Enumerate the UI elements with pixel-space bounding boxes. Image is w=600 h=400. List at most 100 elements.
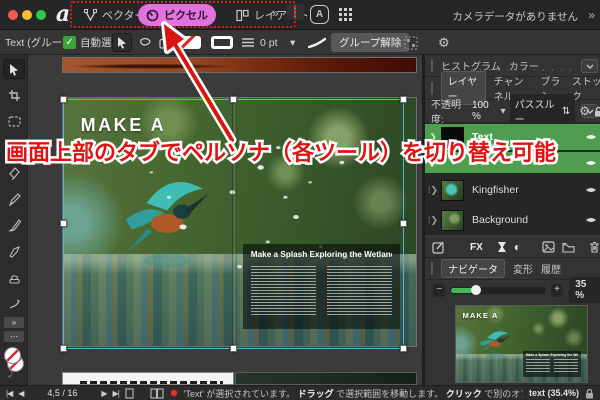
clone-stamp-tool-icon[interactable]	[3, 267, 25, 287]
new-group-icon[interactable]	[562, 242, 575, 253]
lock-icon[interactable]	[585, 388, 594, 399]
ungroup-button[interactable]: グループ解除	[331, 33, 409, 52]
layer-row-background[interactable]: ⁞❯ Background	[425, 206, 600, 234]
lasso-mode-button[interactable]	[135, 33, 155, 52]
stroke-style-icon[interactable]	[241, 30, 255, 55]
camera-data-status: カメラデータがありません	[452, 9, 578, 24]
layer-thumbnail[interactable]	[441, 210, 464, 231]
zoom-in-button[interactable]: +	[551, 284, 563, 297]
opacity-label: 不透明度:	[431, 96, 468, 126]
context-toolbar: Text (グループ) ✓ 自動選択: 0 pt ▾ グループ解除 ⚙	[0, 30, 600, 55]
fill-stroke-swatch[interactable]	[4, 347, 24, 373]
paint-brush-tool-icon[interactable]	[3, 215, 25, 235]
preflight-warning-icon[interactable]	[170, 389, 178, 397]
previous-spread-edge[interactable]	[62, 57, 417, 73]
selection-handle[interactable]	[230, 96, 237, 103]
tools-overflow-button[interactable]: »	[4, 317, 24, 328]
tools-more-button[interactable]: ⋯	[4, 331, 24, 342]
character-style-icon[interactable]: A	[310, 5, 329, 24]
blend-options-gear-icon[interactable]: ⚙	[579, 104, 590, 118]
tab-history[interactable]: 履歴	[541, 261, 561, 276]
auto-select-checkbox[interactable]: ✓	[63, 30, 76, 55]
first-page-button[interactable]: |◀	[6, 389, 12, 398]
opacity-caret-icon[interactable]: ▾	[501, 106, 506, 117]
prev-page-button[interactable]: ◀	[18, 389, 23, 398]
adjustment-icon[interactable]: ◐	[514, 242, 521, 252]
live-filter-icon[interactable]	[497, 241, 507, 253]
layer-name: Kingfisher	[472, 184, 585, 196]
gear-icon[interactable]: ⚙	[438, 30, 450, 55]
eye-icon[interactable]	[585, 159, 597, 167]
lock-icon[interactable]	[594, 106, 600, 117]
expand-chevron-icon[interactable]: ⁞❯	[425, 185, 441, 196]
selection-handle[interactable]	[400, 96, 407, 103]
toolbar-overflow-button[interactable]: »	[588, 8, 595, 22]
document-canvas[interactable]: MAKE A Make a Splash Exploring the Wetla…	[28, 55, 422, 385]
smudge-tool-icon[interactable]	[3, 293, 25, 313]
zoom-value[interactable]: 35 %	[569, 277, 600, 303]
layer-effects-icon[interactable]: FX	[470, 242, 483, 253]
last-page-button[interactable]: ▶|	[113, 389, 119, 398]
selection-handle[interactable]	[60, 345, 67, 352]
panel-collapse-button[interactable]	[581, 59, 598, 73]
vector-persona-icon	[84, 9, 97, 22]
selection-handle[interactable]	[400, 220, 407, 227]
zoom-out-button[interactable]: −	[433, 284, 445, 297]
tab-transform[interactable]: 変形	[513, 261, 533, 276]
zoom-window-button[interactable]	[36, 10, 46, 20]
brush-stroke-icon[interactable]	[308, 30, 326, 55]
selection-handle[interactable]	[60, 220, 67, 227]
layer-row-kingfisher[interactable]: ⁞❯ Kingfisher	[425, 176, 600, 204]
move-tool-icon[interactable]	[3, 59, 25, 79]
persona-more-button[interactable]: ⋮	[286, 4, 304, 20]
page-indicator[interactable]: 4,5 / 16	[29, 388, 95, 398]
delete-layer-icon[interactable]	[589, 241, 600, 253]
layer-thumbnail[interactable]	[441, 180, 464, 201]
selection-handle[interactable]	[400, 345, 407, 352]
pixel-tool-icon[interactable]	[3, 241, 25, 261]
vector-brush-tool-icon[interactable]	[3, 189, 25, 209]
studio-grid-icon[interactable]	[338, 7, 353, 22]
next-spread-left-page[interactable]	[62, 372, 234, 385]
cursor-mode-button[interactable]	[112, 33, 132, 52]
select-same-icon[interactable]	[404, 30, 418, 55]
chevron-down-icon[interactable]: ▾	[290, 30, 295, 55]
zoom-slider-knob[interactable]	[471, 285, 481, 295]
crop-tool-icon[interactable]	[3, 85, 25, 105]
tab-pixel-persona[interactable]: ピクセル	[138, 4, 216, 26]
close-window-button[interactable]	[8, 10, 18, 20]
minimize-window-button[interactable]	[22, 10, 32, 20]
eye-icon[interactable]	[585, 216, 597, 224]
expand-chevron-icon[interactable]: ⁞❯	[425, 215, 441, 226]
selection-handle[interactable]	[60, 96, 67, 103]
marquee-tool-icon[interactable]	[3, 111, 25, 131]
new-image-layer-icon[interactable]	[542, 241, 555, 253]
next-spread-right-page[interactable]	[235, 372, 417, 385]
swap-colors-icon[interactable]: ⤸	[8, 369, 13, 379]
navigator-thumbnail[interactable]: MAKE A Make a Splash Exploring the Wetla…	[455, 305, 588, 383]
affinity-window: a ベクター ピクセル レイアウト » ⋮ A	[0, 0, 600, 400]
stroke-width-field[interactable]: 0 pt	[260, 30, 278, 55]
spread-view-icon[interactable]	[150, 388, 164, 399]
duplicate-icon[interactable]	[155, 33, 175, 52]
stroke-color-swatch[interactable]	[211, 36, 233, 49]
persona-overflow-button[interactable]: »	[272, 6, 279, 20]
opacity-value[interactable]: 100 %	[472, 100, 497, 122]
affinity-logo: a	[53, 2, 73, 27]
status-bar: |◀ ◀ 4,5 / 16 ▶ ▶| 'Text' が選択されています。 ドラッ…	[0, 385, 600, 400]
edit-mask-icon[interactable]	[432, 241, 445, 254]
eye-icon[interactable]	[585, 133, 597, 141]
selection-handle[interactable]	[230, 345, 237, 352]
panel-handle	[431, 59, 433, 72]
navigator-zoom-row: − + 35 %	[425, 280, 600, 300]
fill-color-swatch[interactable]	[173, 36, 201, 49]
next-page-button[interactable]: ▶	[101, 389, 106, 398]
tab-stock[interactable]: ストック	[572, 73, 600, 103]
eye-icon[interactable]	[585, 186, 597, 194]
blend-mode-value: パススルー	[515, 96, 556, 126]
pixel-persona-icon	[146, 9, 159, 22]
page-view-icon[interactable]	[125, 388, 134, 399]
tab-navigator[interactable]: ナビゲータ	[441, 259, 505, 278]
zoom-slider[interactable]	[450, 287, 545, 294]
panel-handle	[431, 262, 433, 275]
